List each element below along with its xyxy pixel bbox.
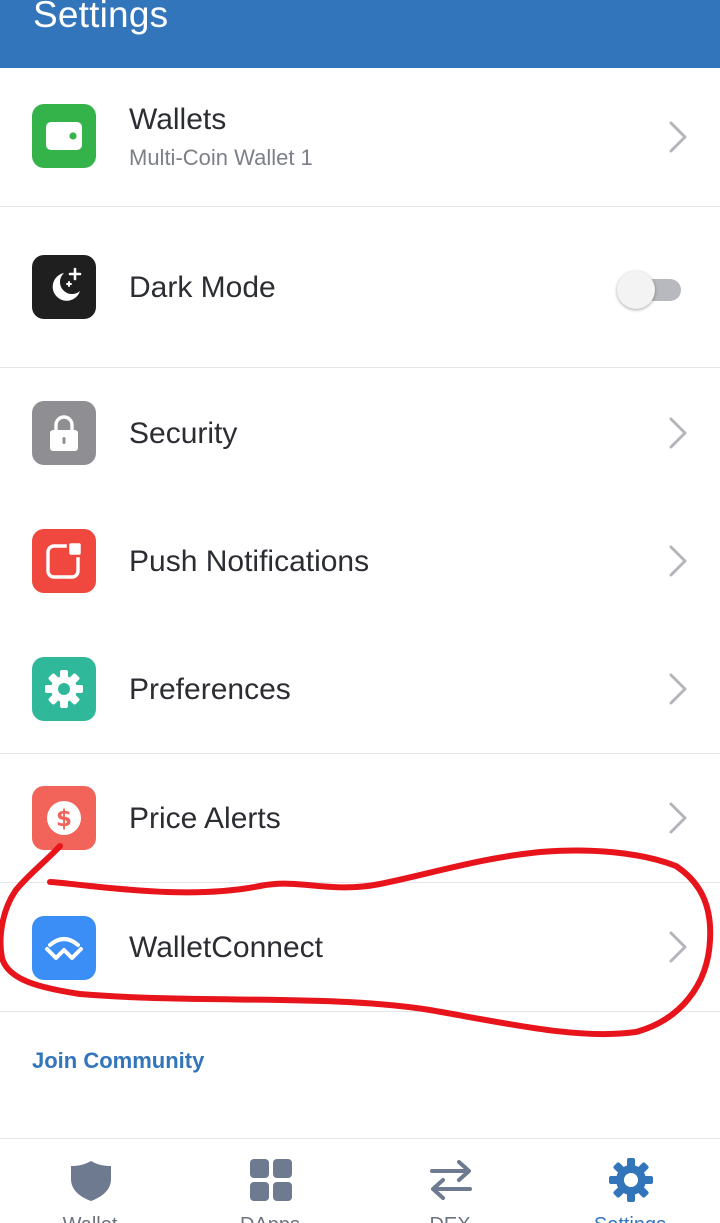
bottom-nav: Wallet DApps DEX: [0, 1138, 720, 1223]
settings-row-label: Push Notifications: [129, 545, 370, 578]
chevron-right-icon: [669, 802, 687, 834]
settings-row-label: Wallets: [129, 103, 227, 136]
settings-row-label: Price Alerts: [129, 802, 281, 835]
lock-icon: [32, 401, 96, 465]
notification-icon: [32, 529, 96, 593]
settings-row-price-alerts[interactable]: $ Price Alerts: [0, 754, 720, 882]
settings-row-walletconnect[interactable]: WalletConnect: [0, 883, 720, 1011]
settings-row-sublabel: Multi-Coin Wallet 1: [129, 145, 313, 170]
nav-item-wallet[interactable]: Wallet: [0, 1139, 180, 1223]
header-bar: Settings: [0, 0, 720, 68]
settings-row-wallets[interactable]: Wallets Multi-Coin Wallet 1: [0, 68, 720, 207]
chevron-right-icon: [669, 417, 687, 449]
swap-arrows-icon: [430, 1160, 472, 1200]
join-community-link[interactable]: Join Community: [32, 1046, 204, 1076]
nav-label: DEX: [360, 1213, 540, 1223]
chevron-right-icon: [669, 121, 687, 153]
nav-label: DApps: [180, 1213, 360, 1223]
settings-row-preferences[interactable]: Preferences: [0, 624, 720, 753]
nav-item-dapps[interactable]: DApps: [180, 1139, 360, 1223]
section-divider: [0, 1011, 720, 1012]
dark-mode-toggle[interactable]: [617, 268, 683, 310]
svg-text:$: $: [56, 806, 72, 832]
settings-row-security[interactable]: Security: [0, 368, 720, 496]
chevron-right-icon: [669, 545, 687, 577]
walletconnect-icon: [32, 916, 96, 980]
settings-row-label: Dark Mode: [129, 271, 276, 304]
settings-row-label: Security: [129, 417, 238, 450]
chevron-right-icon: [669, 673, 687, 705]
gear-icon: [32, 657, 96, 721]
dollar-icon: $: [32, 786, 96, 850]
settings-row-dark-mode[interactable]: Dark Mode: [0, 207, 720, 367]
nav-label: Wallet: [0, 1213, 180, 1223]
chevron-right-icon: [669, 931, 687, 963]
page-title: Settings: [33, 0, 169, 35]
settings-row-push-notifications[interactable]: Push Notifications: [0, 496, 720, 624]
nav-item-dex[interactable]: DEX: [360, 1139, 540, 1223]
moon-stars-icon: [32, 255, 96, 319]
settings-row-label: WalletConnect: [129, 931, 323, 964]
shield-icon: [71, 1161, 111, 1201]
nav-label: Settings: [540, 1213, 720, 1223]
gear-icon: [609, 1158, 653, 1202]
toggle-knob: [617, 271, 655, 309]
nav-item-settings[interactable]: Settings: [540, 1139, 720, 1223]
grid-icon: [250, 1159, 292, 1201]
settings-row-label: Preferences: [129, 673, 291, 706]
wallet-icon: [32, 104, 96, 168]
